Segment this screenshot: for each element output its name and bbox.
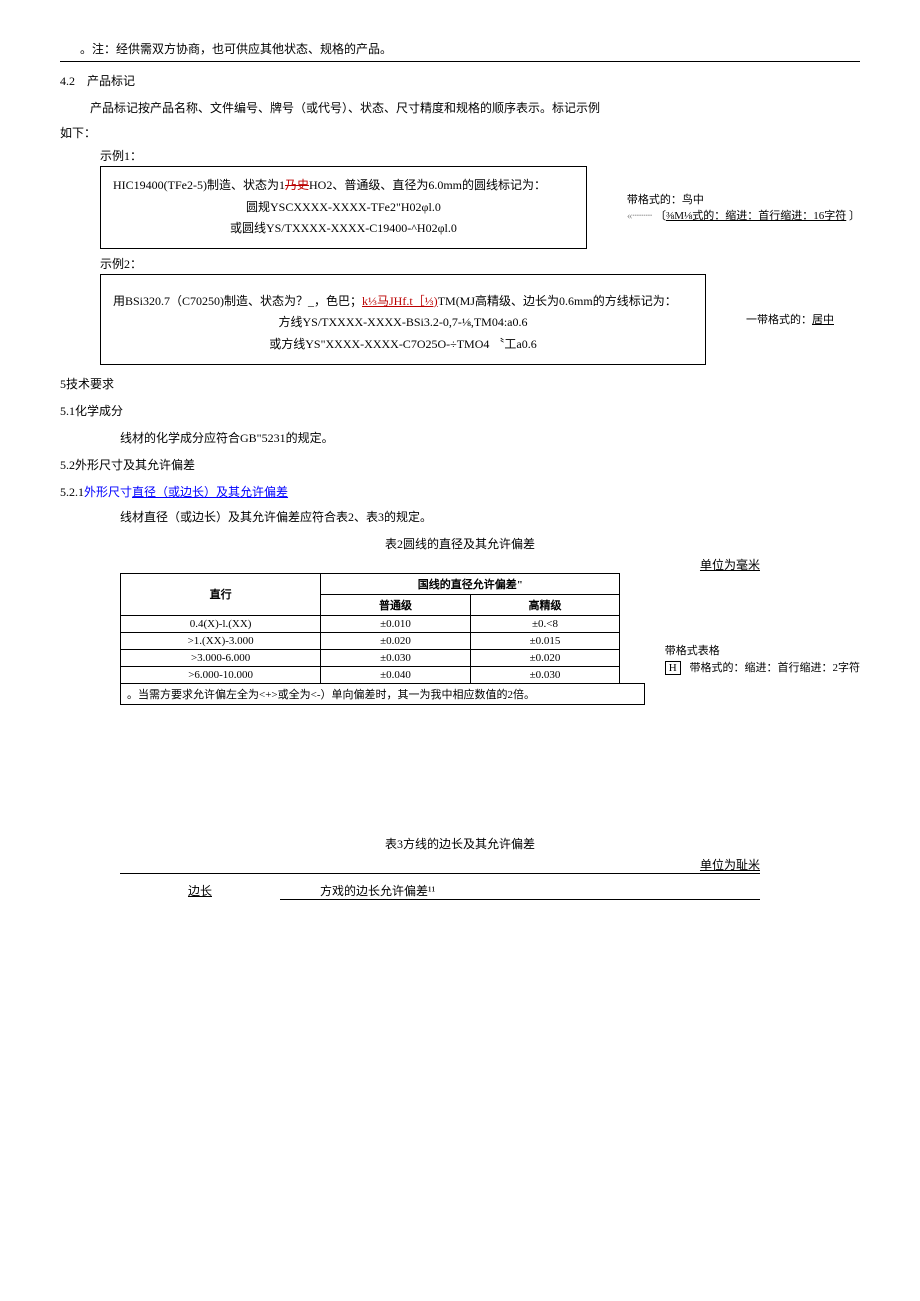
section-5-1-heading: 5.1化学成分 <box>60 402 860 419</box>
format-comment-1b: «┄┄┄ 〔⅜M⅛式的：缩进：首行缩进：16字符 〕 <box>627 207 860 223</box>
example-1-line-2: 圆规YSCXXXX-XXXX-TFe2"H02φl.0 <box>113 197 574 219</box>
section-4-2-body-1: 产品标记按产品名称、文件编号、牌号（或代号）、状态、尺寸精度和规格的顺序表示。标… <box>90 99 860 116</box>
format-comment-1b-text: ⅜M⅛式的：缩进：首行缩进：16字符 <box>666 210 846 222</box>
example-2-underlined-text: k⅓马JHf.t［⅓) <box>362 294 438 308</box>
table-2: 直行 国线的直径允许偏差" 普通级 高精级 0.4(X)-l.(XX) ±0.0… <box>120 573 645 705</box>
table-3-h1: 边长 <box>120 882 280 900</box>
example-2-line-1a: 用BSi320.7（C70250)制造、状态为？_，色巴； <box>113 294 362 308</box>
table-cell: ±0.015 <box>470 632 620 649</box>
example-1-line-1: HIC19400(TFe2-5)制造、状态为1乃史HO2、普通级、直径为6.0m… <box>113 175 574 197</box>
table-cell: ±0.020 <box>470 649 620 666</box>
table-2-footnote-cell: 。当需方要求允许偏左全为<+>或全为<-）单向偏差时，其一为我中相应数值的2倍。 <box>121 683 645 704</box>
table-2-footnote: 。当需方要求允许偏左全为<+>或全为<-）单向偏差时，其一为我中相应数值的2倍。 <box>121 683 645 704</box>
example-2-line-1: 用BSi320.7（C70250)制造、状态为？_，色巴；k⅓马JHf.t［⅓)… <box>113 291 693 313</box>
section-5-2-1-text-a: 外形尺寸 <box>84 485 132 499</box>
table-cell: ±0.010 <box>321 615 470 632</box>
example-2-box: 用BSi320.7（C70250)制造、状态为？_，色巴；k⅓马JHf.t［⅓)… <box>100 274 706 365</box>
section-5-2-1-num: 5.2.1 <box>60 485 84 499</box>
table-3-h2: 方戏的边长允许偏差¹¹ <box>280 882 760 900</box>
format-comment-1: 带格式的：鸟中 «┄┄┄ 〔⅜M⅛式的：缩进：首行缩进：16字符 〕 <box>627 191 860 223</box>
section-5-1-body: 线材的化学成分应符合GB"5231的规定。 <box>120 429 860 446</box>
table-2-header-row-1: 直行 国线的直径允许偏差" <box>121 573 645 594</box>
section-5-2-1-heading: 5.2.1外形尺寸直径（或边长）及其允许偏差 <box>60 483 860 500</box>
supply-note: 。注：经供需双方协商，也可供应其他状态、规格的产品。 <box>80 40 860 57</box>
table-3-header: 边长 方戏的边长允许偏差¹¹ <box>120 882 760 900</box>
table-cell: ±0.040 <box>321 666 470 683</box>
example-1-line-1b: HO2、普通级、直径为6.0mm的圆线标记为： <box>309 178 546 192</box>
table-cell: >6.000-10.000 <box>121 666 321 683</box>
comment-dash-icon: «┄┄┄ <box>627 210 652 222</box>
table-2-title: 表2圆线的直径及其允许偏差 <box>60 535 860 552</box>
example-1-deleted-text: 乃史 <box>285 178 309 192</box>
format-comment-2-text: 一带格式的：居中 <box>746 314 834 326</box>
divider <box>60 61 860 62</box>
table-2-h2b: 高精级 <box>470 594 620 615</box>
table-row: >3.000-6.000 ±0.030 ±0.020 <box>121 649 645 666</box>
example-2-line-2: 方线YS/TXXXX-XXXX-BSi3.2-0,7-⅛,TM04:a0.6 <box>113 312 693 334</box>
table-cell: ±0.020 <box>321 632 470 649</box>
table-row: 0.4(X)-l.(XX) ±0.010 ±0.<8 <box>121 615 645 632</box>
table-3-title: 表3方线的边长及其允许偏差 <box>60 835 860 852</box>
example-2-line-1b: TM(MJ高精级、边长为0.6mm的方线标记为： <box>438 294 677 308</box>
example-1-box: HIC19400(TFe2-5)制造、状态为1乃史HO2、普通级、直径为6.0m… <box>100 166 587 249</box>
side-comment-mark: H <box>665 661 681 675</box>
table-2-h2: 国线的直径允许偏差" <box>321 573 620 594</box>
section-5-heading: 5技术要求 <box>60 375 860 392</box>
section-5-2-1-body: 线材直径（或边长）及其允许偏差应符合表2、表3的规定。 <box>120 508 860 525</box>
example-1-line-1a: HIC19400(TFe2-5)制造、状态为1 <box>113 178 285 192</box>
table-cell: ±0.030 <box>321 649 470 666</box>
table-2-h1: 直行 <box>121 573 321 615</box>
table-cell: >3.000-6.000 <box>121 649 321 666</box>
section-4-2-title: 产品标记 <box>87 74 135 88</box>
table-3-top-rule <box>120 873 760 874</box>
section-4-2-heading: 4.2 产品标记 <box>60 72 860 89</box>
table-2-side-comments: 带格式表格 H 带格式的：缩进：首行缩进：2字符 <box>665 573 860 705</box>
table-2-h2a: 普通级 <box>321 594 470 615</box>
side-comment-row: H 带格式的：缩进：首行缩进：2字符 <box>665 660 860 678</box>
table-cell: 0.4(X)-l.(XX) <box>121 615 321 632</box>
table-2-unit: 单位为毫米 <box>120 556 760 573</box>
example-1-label: 示例1： <box>100 147 860 164</box>
example-1-line-3: 或圆线YS/TXXXX-XXXX-C19400-^H02φl.0 <box>113 218 574 240</box>
format-comment-2: 一带格式的：居中 <box>746 311 834 327</box>
table-3-unit: 单位为耻米 <box>120 856 760 873</box>
table-cell: >1.(XX)-3.000 <box>121 632 321 649</box>
table-row: >1.(XX)-3.000 ±0.020 ±0.015 <box>121 632 645 649</box>
side-comment-c: 带格式的：缩进：首行缩进：2字符 <box>690 662 861 674</box>
table-cell: ±0.<8 <box>470 615 620 632</box>
table-cell: ±0.030 <box>470 666 620 683</box>
format-comment-1a: 带格式的：鸟中 <box>627 191 860 207</box>
side-comment-a: 带格式表格 <box>665 643 860 661</box>
example-2-line-3: 或方线YS"XXXX-XXXX-C7O25O-÷TMO4 〝工a0.6 <box>113 334 693 356</box>
example-2-label: 示例2： <box>100 255 860 272</box>
section-5-2-1-text-b: 直径（或边长）及其允许偏差 <box>132 485 288 499</box>
table-2-side-gap <box>620 573 645 683</box>
table-row: >6.000-10.000 ±0.040 ±0.030 <box>121 666 645 683</box>
section-4-2-num: 4.2 <box>60 74 75 88</box>
section-4-2-body-2: 如下： <box>60 124 860 141</box>
section-5-2-heading: 5.2外形尺寸及其允许偏差 <box>60 456 860 473</box>
